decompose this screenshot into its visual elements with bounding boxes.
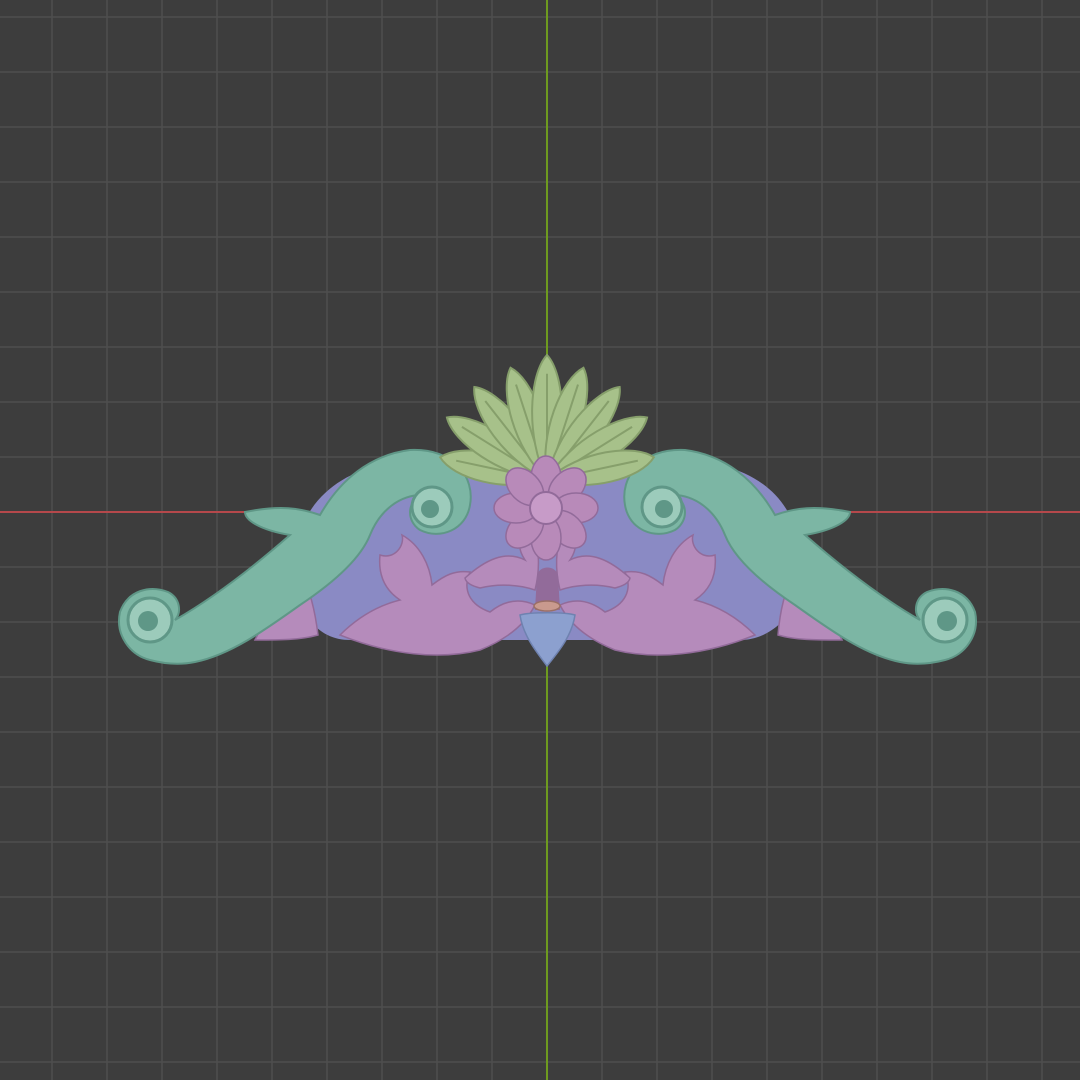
bottom-drop — [519, 612, 576, 668]
rosette-flower — [493, 455, 599, 561]
rosette-center — [529, 491, 563, 525]
scroll-curl-top-right-inner — [655, 500, 673, 518]
3d-viewport[interactable] — [0, 0, 1080, 1080]
scroll-curl-left-inner — [138, 611, 158, 631]
viewport-canvas[interactable] — [0, 0, 1080, 1080]
scroll-curl-top-left-inner — [421, 500, 439, 518]
center-bead — [533, 600, 561, 612]
scroll-curl-right-inner — [937, 611, 957, 631]
